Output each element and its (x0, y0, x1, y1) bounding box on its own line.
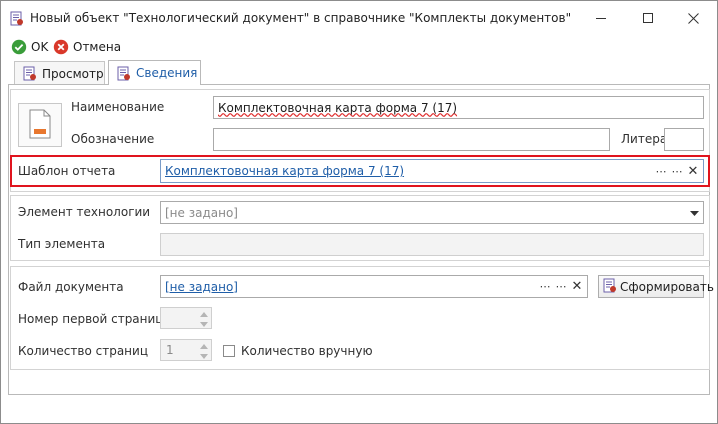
page-count-stepper: 1 (160, 339, 212, 361)
x-circle-icon (53, 39, 69, 55)
designation-field[interactable] (213, 128, 610, 151)
litera-label: Литера (621, 132, 668, 146)
dialog-window: Новый объект "Технологический документ" … (0, 0, 718, 424)
cancel-button[interactable]: Отмена (53, 38, 121, 56)
clear-icon[interactable]: ✕ (687, 163, 699, 179)
first-page-label: Номер первой страницы (18, 312, 173, 326)
tab-preview-label: Просмотр (42, 66, 104, 81)
cancel-label: Отмена (73, 40, 122, 54)
file-link[interactable]: [не задано] (165, 280, 238, 294)
arrow-down-icon (200, 353, 208, 359)
name-field-value: Комплектовочная карта форма 7 (17) (218, 100, 458, 115)
more-icon[interactable]: ⋯ (539, 279, 551, 295)
manual-count-label: Количество вручную (241, 344, 373, 358)
designation-label: Обозначение (71, 132, 155, 146)
name-label: Наименование (71, 100, 165, 114)
chevron-down-icon[interactable] (690, 206, 699, 220)
document-icon (9, 11, 24, 26)
maximize-button[interactable] (625, 5, 671, 31)
element-select[interactable]: [не задано] (160, 201, 704, 224)
type-field (160, 233, 704, 256)
file-thumbnail[interactable] (18, 103, 62, 147)
ok-label: OK (31, 40, 49, 54)
window-title: Новый объект "Технологический документ" … (30, 11, 572, 25)
page-count-label: Количество страниц (18, 344, 148, 358)
tab-preview[interactable]: Просмотр (14, 61, 105, 85)
tab-info-label: Сведения (136, 66, 198, 80)
tab-info[interactable]: Сведения (108, 60, 201, 85)
file-thumbnail-icon (28, 109, 52, 142)
litera-field[interactable] (664, 128, 704, 151)
minimize-icon (595, 17, 606, 19)
element-select-value: [не задано] (165, 205, 238, 220)
template-link[interactable]: Комплектовочная карта форма 7 (17) (165, 164, 404, 178)
file-field[interactable]: [не задано] ⋯ ⋯ ✕ (160, 275, 588, 298)
close-window-button[interactable] (670, 5, 716, 31)
generate-label: Сформировать (620, 279, 714, 294)
manual-count-checkbox[interactable]: Количество вручную (223, 344, 373, 358)
checkbox-box[interactable] (223, 345, 235, 357)
page-count-value: 1 (166, 343, 174, 357)
more-icon[interactable]: ⋯ (671, 163, 683, 179)
template-field[interactable]: Комплектовочная карта форма 7 (17) ⋯ ⋯ ✕ (160, 159, 704, 183)
more-icon[interactable]: ⋯ (655, 163, 667, 179)
close-icon (687, 12, 699, 24)
arrow-up-icon (200, 343, 208, 349)
element-label: Элемент технологии (18, 205, 151, 219)
check-circle-icon (11, 39, 27, 55)
ok-button[interactable]: OK (11, 38, 48, 56)
template-label: Шаблон отчета (18, 164, 116, 178)
maximize-icon (642, 12, 653, 23)
arrow-down-icon (200, 321, 208, 327)
generate-button[interactable]: Сформировать (598, 275, 714, 298)
document-icon (22, 66, 37, 81)
minimize-button[interactable] (578, 5, 624, 31)
name-field[interactable]: Комплектовочная карта форма 7 (17) (213, 96, 704, 119)
title-bar: Новый объект "Технологический документ" … (1, 1, 717, 35)
document-icon (602, 278, 617, 296)
arrow-up-icon (200, 311, 208, 317)
type-label: Тип элемента (18, 237, 106, 251)
more-icon[interactable]: ⋯ (555, 279, 567, 295)
clear-icon[interactable]: ✕ (571, 279, 583, 295)
first-page-stepper (160, 307, 212, 329)
document-icon (116, 66, 131, 81)
file-label: Файл документа (18, 280, 124, 294)
